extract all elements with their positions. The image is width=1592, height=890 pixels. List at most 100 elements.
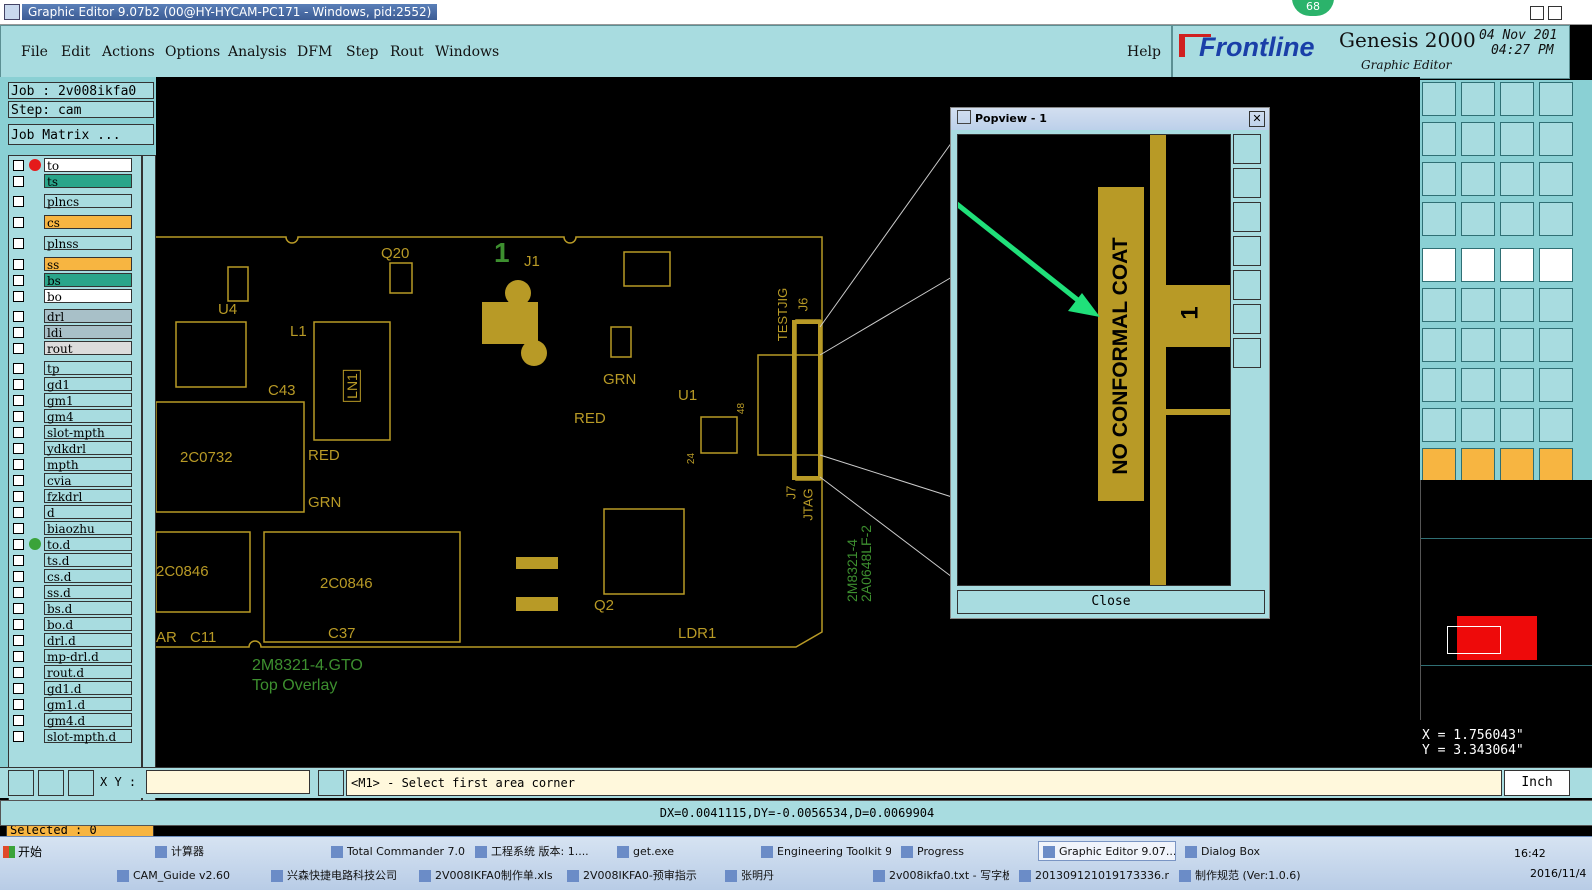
layer-visibility-checkbox[interactable] <box>13 259 24 270</box>
layer-name[interactable]: gm1.d <box>44 697 132 712</box>
unit-selector[interactable]: Inch <box>1504 770 1570 796</box>
tool-button-r5-c3[interactable] <box>1539 288 1573 322</box>
layer-visibility-checkbox[interactable] <box>13 379 24 390</box>
layer-row-plnss[interactable]: plnss <box>9 236 141 251</box>
layer-row-mpth[interactable]: mpth <box>9 457 141 472</box>
taskbar-item-r2-3[interactable]: 2V008IKFA0-预审指示 <box>562 865 716 885</box>
menu-edit[interactable]: Edit <box>61 44 90 60</box>
popview-tool-button-5[interactable] <box>1233 270 1261 300</box>
layer-name[interactable]: d <box>44 505 132 520</box>
layer-visibility-checkbox[interactable] <box>13 443 24 454</box>
taskbar-item-r1-3[interactable]: get.exe <box>612 841 752 861</box>
layer-row-cs[interactable]: cs <box>9 215 141 230</box>
info-button[interactable] <box>318 770 344 796</box>
tool-button-r6-c1[interactable] <box>1461 328 1495 362</box>
layer-row-plncs[interactable]: plncs <box>9 194 141 209</box>
layer-name[interactable]: bs <box>44 273 132 288</box>
layer-name[interactable]: drl <box>44 309 132 324</box>
tool-button-r9-c0[interactable] <box>1422 448 1456 482</box>
layer-name[interactable]: tp <box>44 361 132 376</box>
layer-name[interactable]: gd1.d <box>44 681 132 696</box>
tool-button-r6-c2[interactable] <box>1500 328 1534 362</box>
layer-name[interactable]: gm1 <box>44 393 132 408</box>
snap-mode-button-2[interactable] <box>38 770 64 796</box>
layer-visibility-checkbox[interactable] <box>13 491 24 502</box>
tool-button-r6-c3[interactable] <box>1539 328 1573 362</box>
layer-visibility-checkbox[interactable] <box>13 731 24 742</box>
taskbar-item-r2-5[interactable]: 2v008ikfa0.txt - 写字板 <box>868 865 1010 885</box>
popview-tool-button-6[interactable] <box>1233 304 1261 334</box>
tool-button-r1-c1[interactable] <box>1461 122 1495 156</box>
xy-input[interactable] <box>146 770 310 794</box>
menu-windows[interactable]: Windows <box>435 44 499 60</box>
popview-tool-button-7[interactable] <box>1233 338 1261 368</box>
layer-name[interactable]: bs.d <box>44 601 132 616</box>
tool-button-r5-c1[interactable] <box>1461 288 1495 322</box>
layer-name[interactable]: slot-mpth <box>44 425 132 440</box>
layer-row-rout.d[interactable]: rout.d <box>9 665 141 680</box>
tool-button-r0-c3[interactable] <box>1539 82 1573 116</box>
layer-name[interactable]: gm4.d <box>44 713 132 728</box>
tool-button-r7-c3[interactable] <box>1539 368 1573 402</box>
taskbar-item-r2-0[interactable]: CAM_Guide v2.60 <box>112 865 262 885</box>
layer-visibility-checkbox[interactable] <box>13 635 24 646</box>
popview-close-button[interactable]: Close <box>957 590 1265 614</box>
menu-dfm[interactable]: DFM <box>297 44 332 60</box>
layer-visibility-checkbox[interactable] <box>13 619 24 630</box>
layer-row-cvia[interactable]: cvia <box>9 473 141 488</box>
layer-name[interactable]: plnss <box>44 236 132 251</box>
layer-name[interactable]: biaozhu <box>44 521 132 536</box>
layer-row-bo.d[interactable]: bo.d <box>9 617 141 632</box>
tool-button-r8-c0[interactable] <box>1422 408 1456 442</box>
layer-visibility-checkbox[interactable] <box>13 363 24 374</box>
tool-button-r8-c1[interactable] <box>1461 408 1495 442</box>
layer-row-to[interactable]: to <box>9 158 141 173</box>
tool-button-r4-c2[interactable] <box>1500 248 1534 282</box>
taskbar-item-r1-0[interactable]: 计算器 <box>150 841 322 861</box>
tool-button-r2-c0[interactable] <box>1422 162 1456 196</box>
popview-tool-button-1[interactable] <box>1233 134 1261 164</box>
layer-row-gd1[interactable]: gd1 <box>9 377 141 392</box>
layer-visibility-checkbox[interactable] <box>13 683 24 694</box>
layer-row-gm1[interactable]: gm1 <box>9 393 141 408</box>
taskbar-item-r2-7[interactable]: 制作规范 (Ver:1.0.6) <box>1174 865 1324 885</box>
taskbar-item-r2-6[interactable]: 201309121019173336.r <box>1014 865 1170 885</box>
minimize-button[interactable] <box>1530 6 1544 20</box>
layer-name[interactable]: drl.d <box>44 633 132 648</box>
taskbar-item-r2-4[interactable]: 张明丹 <box>720 865 864 885</box>
tool-button-r7-c0[interactable] <box>1422 368 1456 402</box>
layer-visibility-checkbox[interactable] <box>13 523 24 534</box>
layer-list-scrollbar[interactable] <box>142 155 156 817</box>
tool-button-r1-c2[interactable] <box>1500 122 1534 156</box>
layer-row-bs.d[interactable]: bs.d <box>9 601 141 616</box>
layer-row-gd1.d[interactable]: gd1.d <box>9 681 141 696</box>
tool-button-r7-c1[interactable] <box>1461 368 1495 402</box>
layer-name[interactable]: to.d <box>44 537 132 552</box>
tool-button-r5-c2[interactable] <box>1500 288 1534 322</box>
layer-row-gm1.d[interactable]: gm1.d <box>9 697 141 712</box>
snap-mode-button-1[interactable] <box>8 770 34 796</box>
tool-button-r0-c0[interactable] <box>1422 82 1456 116</box>
layer-visibility-checkbox[interactable] <box>13 411 24 422</box>
layer-row-ts.d[interactable]: ts.d <box>9 553 141 568</box>
layer-name[interactable]: mpth <box>44 457 132 472</box>
maximize-button[interactable] <box>1548 6 1562 20</box>
layer-name[interactable]: ldi <box>44 325 132 340</box>
tool-button-r5-c0[interactable] <box>1422 288 1456 322</box>
layer-row-ts[interactable]: ts <box>9 174 141 189</box>
layer-row-bo[interactable]: bo <box>9 289 141 304</box>
layer-visibility-checkbox[interactable] <box>13 327 24 338</box>
menu-actions[interactable]: Actions <box>102 44 155 60</box>
tool-button-r9-c3[interactable] <box>1539 448 1573 482</box>
popview-tool-button-4[interactable] <box>1233 236 1261 266</box>
tool-button-r1-c0[interactable] <box>1422 122 1456 156</box>
taskbar-item-r1-4[interactable]: Engineering Toolkit 9.... <box>756 841 892 861</box>
layer-visibility-checkbox[interactable] <box>13 571 24 582</box>
tool-button-r0-c1[interactable] <box>1461 82 1495 116</box>
layer-visibility-checkbox[interactable] <box>13 160 24 171</box>
menu-step[interactable]: Step <box>346 44 378 60</box>
layer-name[interactable]: ss.d <box>44 585 132 600</box>
tool-button-r1-c3[interactable] <box>1539 122 1573 156</box>
taskbar-item-r2-2[interactable]: 2V008IKFA0制作单.xls <box>414 865 558 885</box>
layer-row-slot-mpth[interactable]: slot-mpth <box>9 425 141 440</box>
